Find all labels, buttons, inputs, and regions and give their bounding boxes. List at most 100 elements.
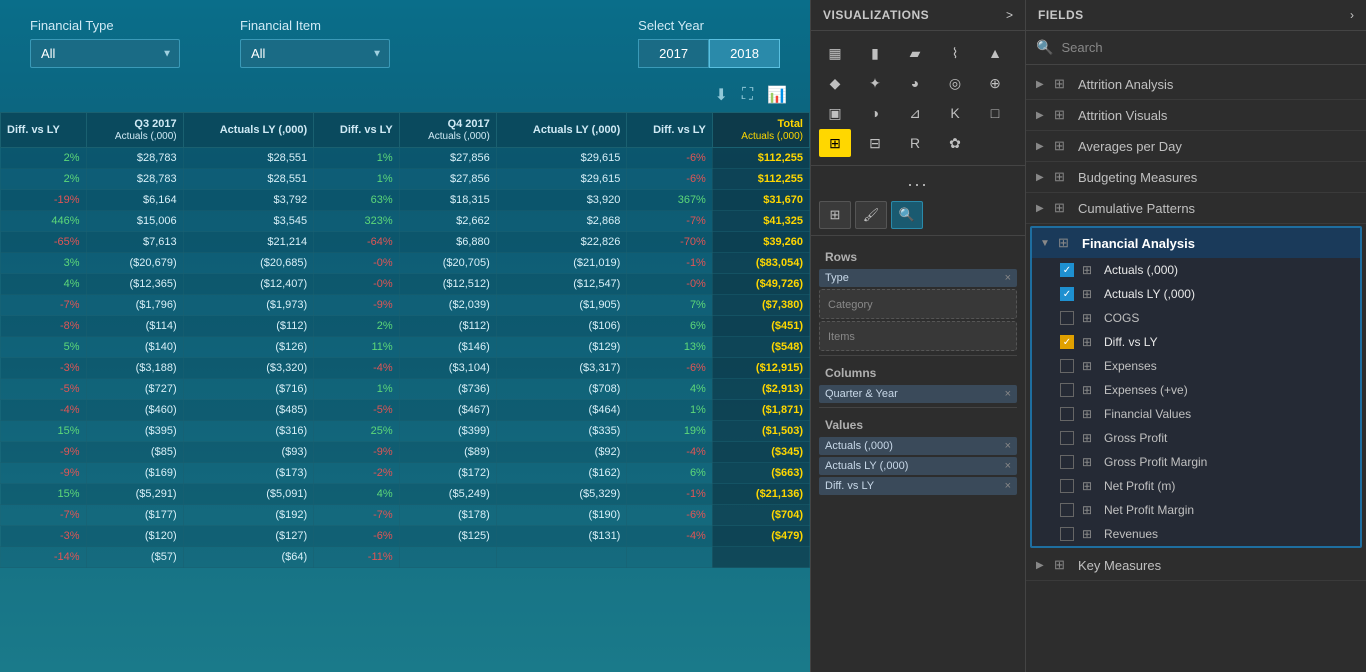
- fields-item-financial-values[interactable]: ⊞ Financial Values: [1032, 402, 1360, 426]
- fields-item-actuals---000-[interactable]: ✓ ⊞ Actuals (,000): [1032, 258, 1360, 282]
- cell-diff0: -9%: [1, 442, 87, 463]
- filters-row: Financial Type All Revenue Expense Finan…: [0, 0, 810, 78]
- field-checkbox-1[interactable]: ✓: [1060, 287, 1074, 301]
- custom-icon[interactable]: ✿: [939, 129, 971, 157]
- cell-total: $41,325: [712, 211, 809, 232]
- field-checkbox-8[interactable]: [1060, 455, 1074, 469]
- cell-diff4: -70%: [627, 232, 713, 253]
- expand-icon[interactable]: ⛶: [739, 83, 756, 107]
- values-actuals-remove[interactable]: ×: [1005, 440, 1011, 452]
- fields-item-gross-profit-margin[interactable]: ⊞ Gross Profit Margin: [1032, 450, 1360, 474]
- fields-search-input[interactable]: [1061, 40, 1356, 55]
- fields-tab[interactable]: ⊞: [819, 201, 851, 229]
- cell-actuals4: ($125): [399, 526, 496, 547]
- table-row: 15% ($395) ($316) 25% ($399) ($335) 19% …: [1, 421, 810, 442]
- stacked-bar-icon[interactable]: ▦: [819, 39, 851, 67]
- cell-actuals4: ($3,104): [399, 358, 496, 379]
- field-type-icon-0: ⊞: [1082, 263, 1096, 277]
- viz-icon-grid: ▦ ▮ ▰ ⌇ ▲ ◆ ✦ ◕ ◎ ⊕ ▣ ◑ ⊿ K □ ⊞ ⊟ R ✿: [811, 31, 1025, 166]
- line-marker-icon[interactable]: ◆: [819, 69, 851, 97]
- card-icon[interactable]: □: [979, 99, 1011, 127]
- values-diff-chip[interactable]: Diff. vs LY ×: [819, 477, 1017, 495]
- fields-item-actuals-ly---000-[interactable]: ✓ ⊞ Actuals LY (,000): [1032, 282, 1360, 306]
- scatter-icon[interactable]: ✦: [859, 69, 891, 97]
- field-checkbox-11[interactable]: [1060, 527, 1074, 541]
- financial-item-select[interactable]: All: [240, 39, 390, 68]
- values-actuals-ly-chip[interactable]: Actuals LY (,000) ×: [819, 457, 1017, 475]
- rows-type-remove[interactable]: ×: [1005, 272, 1011, 284]
- fields-expand-icon[interactable]: ›: [1350, 8, 1354, 22]
- fields-group-header-financial-analysis[interactable]: ▼ ⊞ Financial Analysis: [1032, 228, 1360, 258]
- fields-item-net-profit-margin[interactable]: ⊞ Net Profit Margin: [1032, 498, 1360, 522]
- values-diff-remove[interactable]: ×: [1005, 480, 1011, 492]
- field-checkbox-0[interactable]: ✓: [1060, 263, 1074, 277]
- cell-ly3: $28,551: [183, 169, 314, 190]
- financial-type-select[interactable]: All Revenue Expense: [30, 39, 180, 68]
- fields-item-revenues[interactable]: ⊞ Revenues: [1032, 522, 1360, 546]
- year-2017-button[interactable]: 2017: [638, 39, 709, 68]
- cell-diff0: 2%: [1, 169, 87, 190]
- field-checkbox-10[interactable]: [1060, 503, 1074, 517]
- funnel-icon[interactable]: ⊿: [899, 99, 931, 127]
- cell-diff4: 13%: [627, 337, 713, 358]
- donut-chart-icon[interactable]: ◎: [939, 69, 971, 97]
- field-checkbox-9[interactable]: [1060, 479, 1074, 493]
- matrix-icon[interactable]: ⊟: [859, 129, 891, 157]
- field-checkbox-4[interactable]: [1060, 359, 1074, 373]
- grouped-bar-icon[interactable]: ▰: [899, 39, 931, 67]
- cell-diff0: 15%: [1, 421, 87, 442]
- year-buttons: 2017 2018: [638, 39, 780, 68]
- pie-chart-icon[interactable]: ◕: [899, 69, 931, 97]
- gauge-icon[interactable]: ◑: [859, 99, 891, 127]
- treemap-icon[interactable]: ▣: [819, 99, 851, 127]
- financial-item-select-wrap: All: [240, 39, 390, 68]
- rows-drop[interactable]: Category: [819, 289, 1017, 319]
- download-icon[interactable]: ⬇: [711, 82, 730, 108]
- values-actuals-ly-remove[interactable]: ×: [1005, 460, 1011, 472]
- field-checkbox-6[interactable]: [1060, 407, 1074, 421]
- format-tab[interactable]: 🖌: [855, 201, 887, 229]
- fields-group-header-2[interactable]: ▶ ⊞ Averages per Day: [1026, 131, 1366, 161]
- analytics-tab[interactable]: 🔍: [891, 201, 923, 229]
- cell-actuals4: ($112): [399, 316, 496, 337]
- group-arrow-3: ▶: [1036, 172, 1046, 183]
- fields-item-cogs[interactable]: ⊞ COGS: [1032, 306, 1360, 330]
- field-checkbox-5[interactable]: [1060, 383, 1074, 397]
- fields-group-header-6[interactable]: ▶ ⊞ Key Measures: [1026, 550, 1366, 580]
- fields-group-header-4[interactable]: ▶ ⊞ Cumulative Patterns: [1026, 193, 1366, 223]
- fields-group-header-0[interactable]: ▶ ⊞ Attrition Analysis: [1026, 69, 1366, 99]
- fields-item-gross-profit[interactable]: ⊞ Gross Profit: [1032, 426, 1360, 450]
- map-icon[interactable]: ⊕: [979, 69, 1011, 97]
- cell-diff4: -6%: [627, 505, 713, 526]
- fields-item-diff--vs-ly[interactable]: ✓ ⊞ Diff. vs LY: [1032, 330, 1360, 354]
- fields-item-expenses---ve-[interactable]: ⊞ Expenses (+ve): [1032, 378, 1360, 402]
- field-checkbox-7[interactable]: [1060, 431, 1074, 445]
- table-icon[interactable]: ⊞: [819, 129, 851, 157]
- rows-items-drop[interactable]: Items: [819, 321, 1017, 351]
- fields-item-net-profit--m-[interactable]: ⊞ Net Profit (m): [1032, 474, 1360, 498]
- r-visual-icon[interactable]: R: [899, 129, 931, 157]
- cell-actuals4: ($12,512): [399, 274, 496, 295]
- line-chart-icon[interactable]: ⌇: [939, 39, 971, 67]
- rows-type-chip[interactable]: Type ×: [819, 269, 1017, 287]
- area-chart-icon[interactable]: ▲: [979, 39, 1011, 67]
- kpi-icon[interactable]: K: [939, 99, 971, 127]
- cols-quarter-remove[interactable]: ×: [1005, 388, 1011, 400]
- fields-group-header-3[interactable]: ▶ ⊞ Budgeting Measures: [1026, 162, 1366, 192]
- field-checkbox-2[interactable]: [1060, 311, 1074, 325]
- field-checkbox-3[interactable]: ✓: [1060, 335, 1074, 349]
- year-2018-button[interactable]: 2018: [709, 39, 780, 68]
- viz-more[interactable]: ...: [811, 166, 1025, 195]
- fields-item-expenses[interactable]: ⊞ Expenses: [1032, 354, 1360, 378]
- fields-group-header-1[interactable]: ▶ ⊞ Attrition Visuals: [1026, 100, 1366, 130]
- fields-title: FIELDS: [1038, 8, 1084, 22]
- cell-ly3: ($485): [183, 400, 314, 421]
- col-q4-diff: Diff. vs LY: [627, 113, 713, 148]
- cell-ly4: ($162): [496, 463, 627, 484]
- viz-expand-icon[interactable]: >: [1006, 8, 1013, 22]
- chart-icon[interactable]: 📊: [764, 82, 790, 108]
- group-icon-2: ⊞: [1054, 138, 1070, 154]
- values-actuals-chip[interactable]: Actuals (,000) ×: [819, 437, 1017, 455]
- cols-quarter-chip[interactable]: Quarter & Year ×: [819, 385, 1017, 403]
- bar-chart-icon[interactable]: ▮: [859, 39, 891, 67]
